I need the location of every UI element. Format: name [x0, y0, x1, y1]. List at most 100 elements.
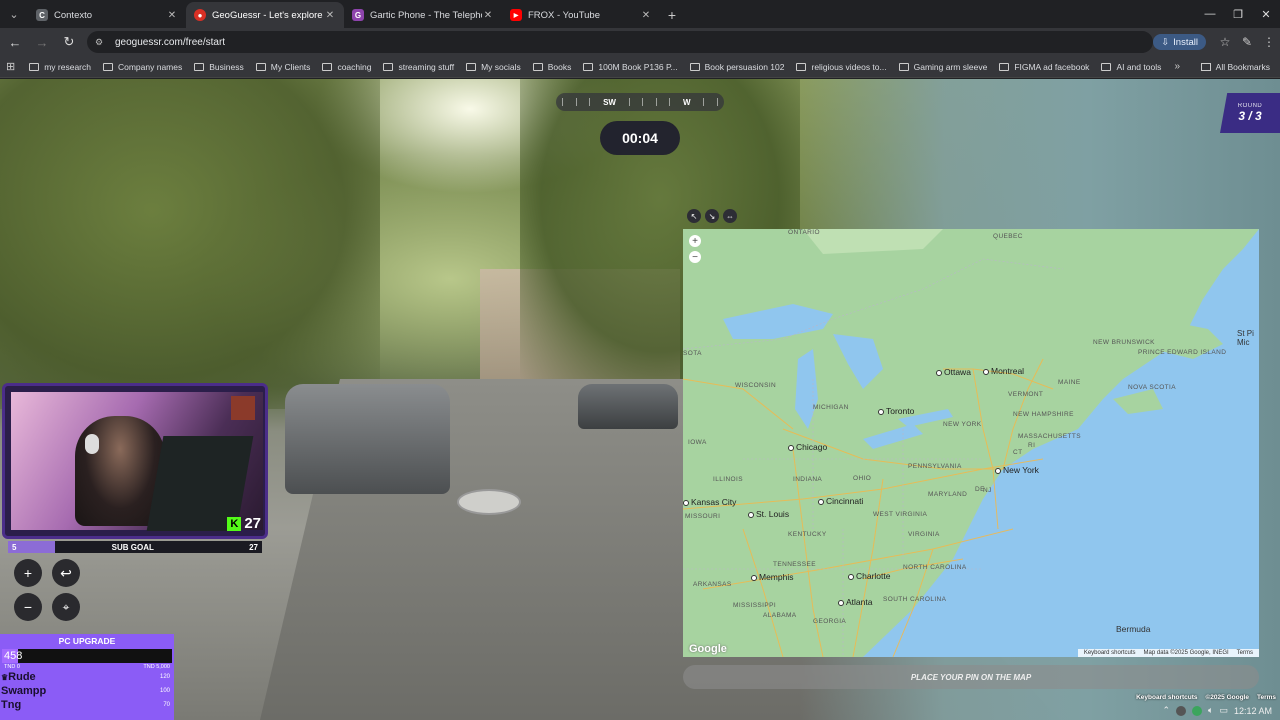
bookmark-item[interactable]: Book persuasion 102 — [689, 61, 785, 72]
menu-kebab-icon[interactable]: ⋮ — [1258, 35, 1280, 49]
map-region-label: NOVA SCOTIA — [1128, 384, 1176, 391]
bookmark-label: 100M Book P136 P... — [598, 61, 678, 72]
bookmark-item[interactable]: My Clients — [255, 61, 311, 72]
clock: 12:12 AM — [1233, 705, 1272, 716]
forward-icon[interactable]: → — [30, 30, 54, 54]
install-icon: ⇩ — [1161, 36, 1170, 48]
donor-row: Swampp 100 — [0, 684, 174, 698]
map-terms-link[interactable]: Terms — [1237, 650, 1253, 656]
maximize-icon[interactable]: ❐ — [1224, 0, 1252, 28]
map-region-label: VIRGINIA — [908, 531, 940, 538]
bookmark-item[interactable]: My socials — [466, 62, 521, 72]
back-icon[interactable]: ← — [3, 30, 27, 54]
url-field[interactable]: ⚙ geoguessr.com/free/start — [87, 31, 1154, 53]
tab-close-icon[interactable]: ✕ — [324, 10, 336, 21]
bookmark-item[interactable]: Gaming arm sleeve — [898, 62, 987, 72]
map-region-label: MAINE — [1058, 379, 1081, 386]
bookmark-label: Book persuasion 102 — [704, 61, 785, 72]
map-zoom-out-icon[interactable]: − — [689, 251, 701, 263]
bookmark-item[interactable]: Company names — [102, 62, 182, 72]
donor-amount: 100 — [159, 688, 170, 694]
terms-link[interactable]: Terms — [1257, 694, 1276, 701]
display-icon[interactable]: ▭ — [1219, 705, 1228, 716]
extension-icon[interactable]: ✎ — [1236, 35, 1258, 49]
zoom-out-icon[interactable]: − — [14, 593, 42, 621]
tab-search-icon[interactable]: ⌄ — [0, 0, 28, 28]
bookmark-item[interactable]: my research — [29, 62, 91, 72]
map-region-label: ARKANSAS — [693, 581, 732, 588]
close-window-icon[interactable]: ✕ — [1252, 0, 1280, 28]
bookmark-star-icon[interactable]: ☆ — [1214, 35, 1236, 49]
undo-move-icon[interactable]: ↩ — [52, 559, 80, 587]
tab-title: Contexto — [54, 9, 93, 21]
all-bookmarks[interactable]: All Bookmarks — [1200, 61, 1270, 72]
browser-tab-bar: ⌄ C Contexto ✕ ● GeoGuessr - Let's explo… — [0, 0, 1280, 28]
bookmark-label: coaching — [337, 61, 372, 72]
map-region-label: MARYLAND — [928, 491, 968, 498]
compass-next: W — [682, 97, 691, 107]
keyboard-shortcuts-link[interactable]: Keyboard shortcuts — [1136, 694, 1197, 701]
minimize-icon[interactable]: — — [1196, 0, 1224, 28]
volume-icon[interactable]: 🔈︎ — [1208, 705, 1213, 716]
guess-map[interactable]: + − ONTARIO QUEBEC NEW BRUNSWICK PRINCE EDW… — [683, 229, 1259, 657]
kick-follower-badge: K 27 — [227, 515, 261, 532]
tab-contexto[interactable]: C Contexto ✕ — [28, 2, 186, 28]
folder-icon — [194, 62, 205, 71]
map-region-label: MASSACHUSETTS — [1018, 433, 1081, 440]
map-shrink-icon[interactable]: ↘ — [705, 209, 719, 223]
tab-close-icon[interactable]: ✕ — [166, 10, 178, 21]
site-info-icon[interactable]: ⚙ — [95, 37, 107, 48]
tab-close-icon[interactable]: ✕ — [640, 10, 652, 21]
bookmark-label: My Clients — [270, 61, 311, 72]
tab-gartic-phone[interactable]: G Gartic Phone - The Telephone G ✕ — [344, 2, 502, 28]
map-zoom-in-icon[interactable]: + — [689, 235, 701, 247]
map-keyboard-shortcuts-link[interactable]: Keyboard shortcuts — [1084, 650, 1136, 656]
map-city-label: Cincinnati — [818, 496, 863, 506]
map-zoom-controls: + − — [689, 235, 701, 263]
geoguessr-favicon-icon: ● — [194, 9, 206, 21]
map-region-label: MISSISSIPPI — [733, 602, 777, 609]
place-pin-button[interactable]: PLACE YOUR PIN ON THE MAP — [683, 665, 1259, 689]
map-expand-icon[interactable]: ↖ — [687, 209, 701, 223]
map-region-label: GEORGIA — [813, 618, 847, 625]
app-tray-icon[interactable] — [1192, 705, 1203, 716]
map-region-label: VERMONT — [1008, 391, 1044, 398]
bookmark-label: Books — [547, 61, 572, 72]
bookmark-label: streaming stuff — [398, 61, 455, 72]
bookmark-item[interactable]: streaming stuff — [383, 62, 454, 72]
round-value: 3 / 3 — [1238, 109, 1262, 123]
tab-geoguessr[interactable]: ● GeoGuessr - Let's explore the w ✕ — [186, 2, 344, 28]
window-controls: — ❐ ✕ — [1196, 0, 1280, 28]
install-button[interactable]: ⇩ Install — [1153, 34, 1206, 50]
tray-chevron-icon[interactable]: ⌃ — [1163, 705, 1171, 716]
sub-goal-target: 27 — [249, 542, 258, 552]
map-pin-toggle-icon[interactable]: ⇔ — [723, 209, 737, 223]
tab-close-icon[interactable]: ✕ — [482, 10, 494, 21]
tab-youtube[interactable]: ▶ FROX - YouTube ✕ — [502, 2, 660, 28]
steam-tray-icon[interactable] — [1176, 705, 1187, 716]
bookmark-item[interactable]: FIGMA ad facebook — [999, 62, 1089, 72]
return-to-start-icon[interactable]: ⌖ — [52, 593, 80, 621]
sub-goal-label: SUB GOAL — [111, 542, 154, 552]
contexto-favicon-icon: C — [36, 9, 48, 21]
all-bookmarks-label: All Bookmarks — [1215, 61, 1270, 72]
new-tab-icon[interactable]: + — [660, 2, 684, 28]
apps-grid-icon[interactable]: ⊞ — [6, 60, 15, 73]
bookmark-item[interactable]: AI and tools — [1101, 62, 1161, 72]
bookmark-item[interactable]: Books — [532, 61, 572, 72]
bookmark-item[interactable]: Business — [194, 62, 244, 72]
pc-upgrade-min: TND 0 — [4, 664, 20, 670]
bookmark-item[interactable]: coaching — [322, 62, 371, 72]
round-label: ROUND — [1237, 103, 1263, 109]
bookmark-item[interactable]: 100M Book P136 P... — [583, 61, 678, 72]
bookmarks-overflow-icon[interactable]: » — [1174, 61, 1180, 72]
donor-amount: 120 — [159, 674, 170, 680]
map-region-label: ONTARIO — [788, 229, 820, 236]
zoom-in-icon[interactable]: + — [14, 559, 42, 587]
sub-goal-bar: 5 SUB GOAL 27 — [8, 541, 262, 553]
folder-icon — [322, 62, 333, 71]
bookmark-item[interactable]: religious videos to... — [796, 62, 887, 72]
street-view-panorama[interactable]: SW W 00:04 ROUND 3 / 3 + ↩ − ⌖ K 27 5 SU… — [0, 79, 1280, 720]
map-attribution: Keyboard shortcuts Map data ©2025 Google… — [1077, 649, 1259, 657]
reload-icon[interactable]: ↻ — [57, 30, 81, 54]
